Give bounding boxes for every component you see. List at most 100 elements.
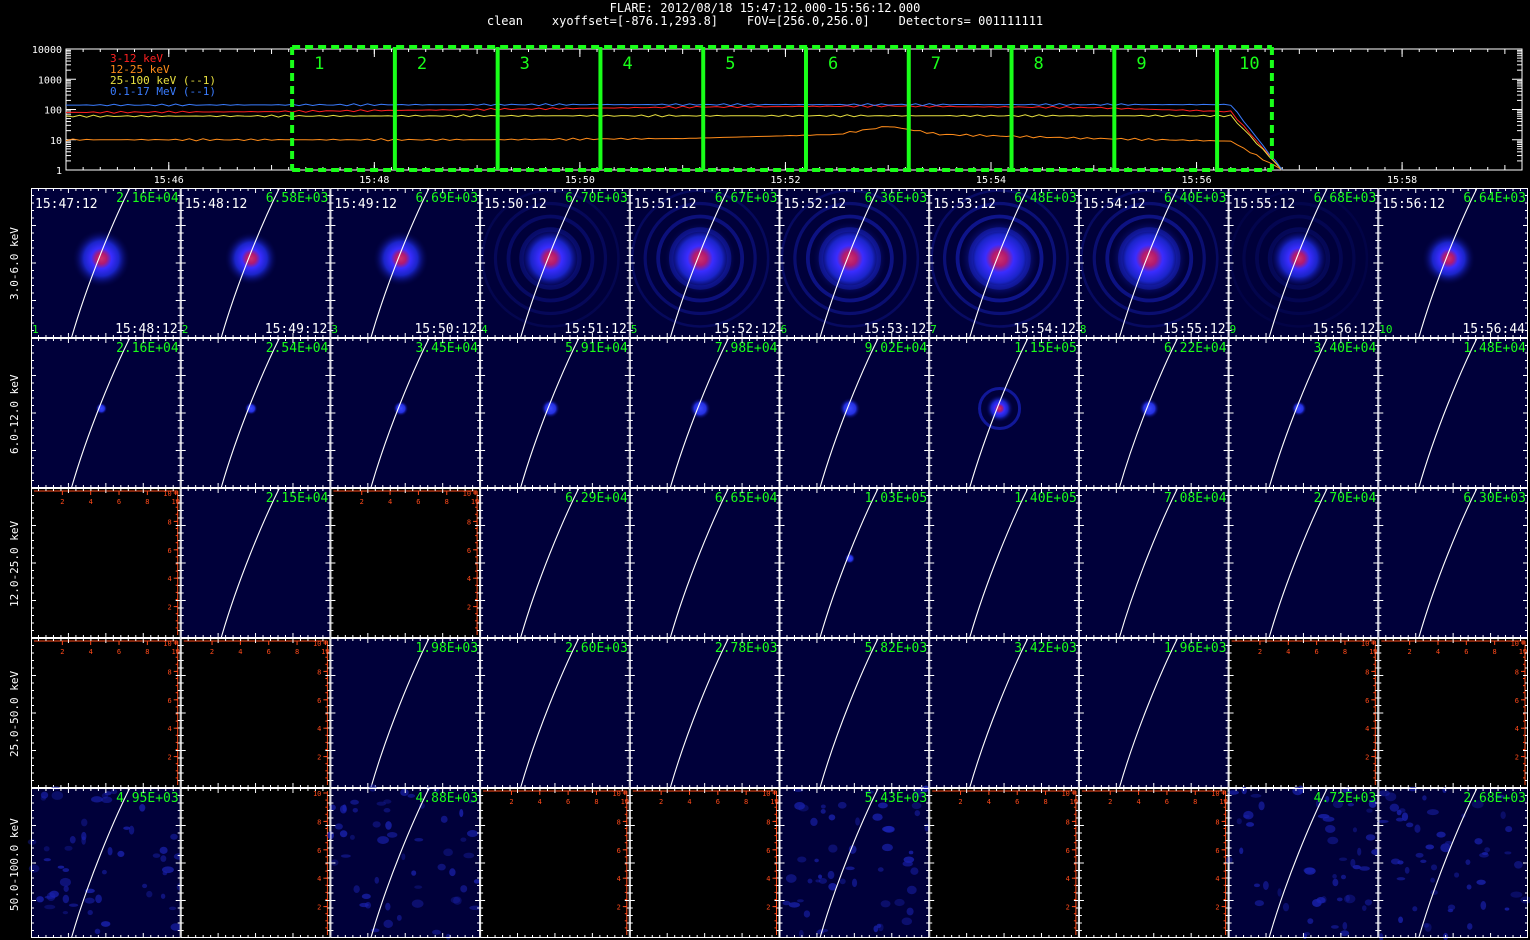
noise-blob	[1365, 834, 1376, 841]
empty-axis-label: 8	[167, 518, 171, 526]
source-spot	[72, 229, 131, 288]
empty-axis-label: 10	[471, 498, 479, 506]
image-background	[929, 638, 1079, 788]
empty-axis-label: 6	[766, 847, 770, 855]
noise-blob	[377, 836, 389, 844]
noise-blob	[816, 930, 824, 935]
noise-blob	[1340, 930, 1350, 937]
time-start: 15:54:12	[1083, 197, 1146, 212]
interval-number: 9	[1230, 323, 1237, 336]
empty-axis-label: 6	[1464, 648, 1468, 656]
image-cell: 6.48E+03 15:53:12 15:54:12 7	[929, 187, 1079, 339]
image-cell: 7.98E+04	[629, 337, 780, 489]
noise-blob	[901, 917, 913, 926]
noise-blob	[1239, 847, 1244, 855]
peak-value: 6.69E+03	[415, 191, 478, 206]
noise-blob	[910, 867, 919, 875]
time-end: 15:49:12	[265, 322, 328, 337]
image-background	[1378, 338, 1528, 488]
empty-image	[1078, 788, 1229, 938]
noise-blob	[62, 894, 70, 904]
empty-axis-label: 6	[1215, 847, 1219, 855]
noise-blob	[349, 834, 355, 840]
noise-blob	[91, 796, 103, 803]
empty-axis-label: 2	[766, 904, 770, 912]
empty-axis-label: 8	[317, 818, 321, 826]
empty-axis-label: 8	[145, 498, 149, 506]
noise-blob	[845, 866, 855, 871]
empty-axis-label: 2	[317, 904, 321, 912]
empty-image	[629, 788, 780, 938]
empty-axis-label: 6	[267, 648, 271, 656]
peak-value: 6.68E+03	[1314, 191, 1377, 206]
image-cell: 6.65E+04	[629, 487, 780, 639]
noise-blob	[411, 870, 417, 876]
time-end: 15:54:12	[1013, 322, 1076, 337]
peak-value: 9.02E+04	[865, 341, 928, 356]
empty-axis-label: 4	[1215, 875, 1219, 883]
noise-blob	[146, 890, 153, 898]
empty-axis-label: 6	[167, 697, 171, 705]
peak-value: 5.82E+03	[865, 641, 928, 656]
time-end: 15:48:12	[115, 322, 178, 337]
noise-blob	[59, 877, 71, 887]
empty-axis-label: 4	[687, 798, 691, 806]
peak-value: 4.95E+03	[116, 791, 179, 806]
empty-axis-label: 4	[1365, 725, 1369, 733]
noise-blob	[81, 831, 87, 841]
empty-axis-label: 8	[1215, 818, 1219, 826]
noise-blob	[28, 864, 40, 873]
image-cell: 6.64E+03 15:56:12 15:56:44 10	[1378, 187, 1529, 339]
image-cell: 2468102 4 6 8 10	[929, 788, 1079, 938]
image-cell: 1.98E+03	[330, 637, 481, 789]
noise-blob	[374, 876, 380, 884]
image-cell: 6.68E+03 15:55:12 15:56:12 9	[1228, 187, 1379, 339]
peak-value: 1.40E+05	[1014, 491, 1077, 506]
image-cell: 2468102 4 6 8 10	[330, 488, 481, 638]
interval-number: 6	[781, 323, 788, 336]
noise-blob	[1332, 874, 1337, 879]
noise-blob	[1253, 883, 1261, 888]
noise-blob	[437, 863, 446, 871]
peak-value: 3.45E+04	[415, 341, 478, 356]
noise-blob	[807, 878, 813, 884]
image-cell: 6.36E+03 15:52:12 15:53:12 6	[779, 187, 930, 339]
noise-blob	[62, 868, 70, 873]
noise-blob	[385, 821, 392, 830]
empty-axis-label: 2	[467, 604, 471, 612]
image-cell: 2 4 6 8 10	[180, 788, 331, 938]
noise-blob	[1298, 785, 1304, 794]
peak-value: 6.65E+04	[715, 491, 778, 506]
empty-axis-label: 4	[89, 648, 93, 656]
peak-value: 2.16E+04	[116, 341, 179, 356]
empty-axis-label: 6	[1515, 697, 1519, 705]
noise-blob	[57, 865, 65, 869]
noise-blob	[40, 795, 47, 801]
noise-blob	[46, 892, 56, 901]
noise-blob	[87, 910, 93, 916]
noise-blob	[350, 799, 359, 805]
image-background	[1078, 488, 1229, 638]
time-end: 15:53:12	[864, 322, 927, 337]
empty-axis-label: 8	[145, 648, 149, 656]
empty-axis-label: 10	[171, 498, 179, 506]
empty-axis-label: 8	[1493, 648, 1497, 656]
empty-axis-label: 8	[317, 668, 321, 676]
noise-blob	[1327, 836, 1339, 845]
image-cell: 6.30E+03	[1378, 487, 1529, 639]
empty-axis-label: 10	[621, 798, 629, 806]
time-end: 15:56:44	[1462, 322, 1525, 337]
peak-value: 2.70E+04	[1314, 491, 1377, 506]
empty-image	[180, 788, 331, 938]
interval-number: 10	[1379, 323, 1392, 336]
empty-axis-label: 6	[1165, 798, 1169, 806]
noise-blob	[36, 896, 44, 903]
image-background	[1078, 638, 1229, 788]
empty-axis-label: 2	[958, 798, 962, 806]
empty-axis-label: 8	[1066, 818, 1070, 826]
noise-blob	[828, 814, 836, 821]
image-background	[330, 638, 481, 788]
empty-axis-label: 6	[716, 798, 720, 806]
image-cell: 2.60E+03	[480, 637, 630, 789]
noise-blob	[383, 808, 391, 813]
